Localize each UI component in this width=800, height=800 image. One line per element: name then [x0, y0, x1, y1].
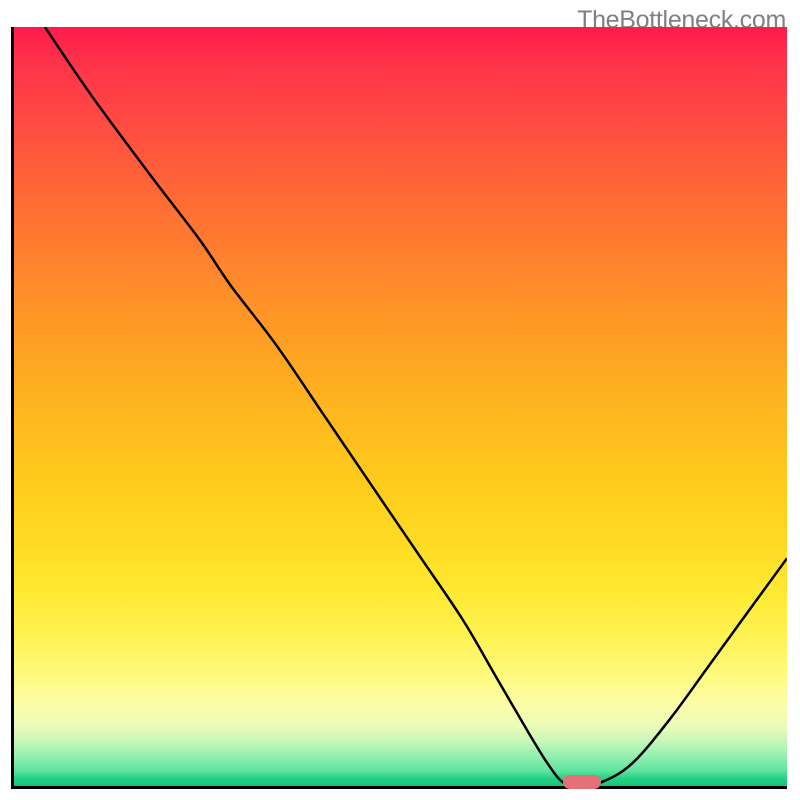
chart-curve — [14, 27, 787, 786]
chart-plot-area — [11, 27, 787, 789]
optimal-marker — [563, 775, 601, 789]
